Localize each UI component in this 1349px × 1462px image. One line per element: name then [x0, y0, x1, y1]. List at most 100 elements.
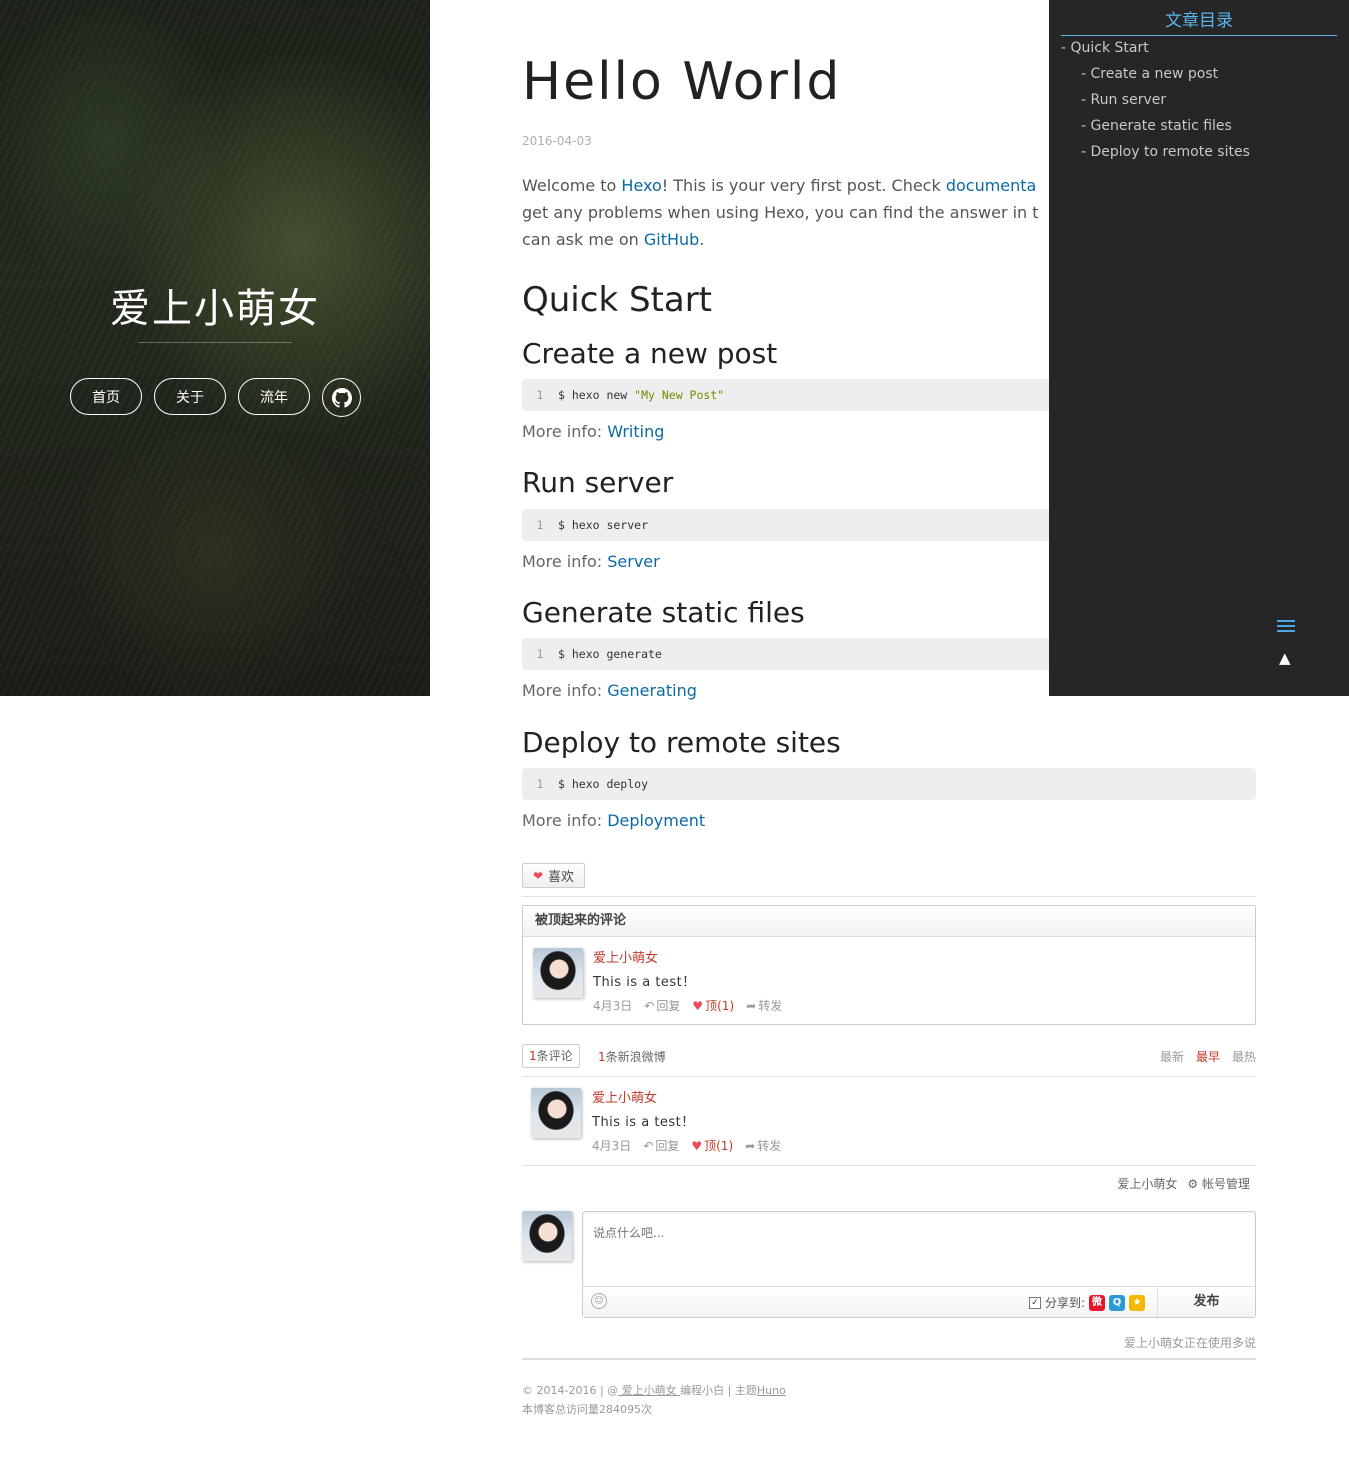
more-info-label: More info:: [522, 552, 608, 571]
code-block: 1 $ hexo deploy: [522, 768, 1256, 800]
composer-toolbar: ☺ ✓ 分享到: 微 Q ★ 发布: [583, 1286, 1255, 1317]
upvote-label: 顶(1): [704, 1139, 734, 1153]
account-name[interactable]: 爱上小萌女: [1117, 1175, 1177, 1192]
line-number: 1: [536, 518, 544, 532]
code-text: $ hexo new: [558, 388, 635, 402]
hot-comments-box: 被顶起来的评论 爱上小萌女 This is a test！ 4月3日 ↶ 回复 ♥…: [522, 905, 1256, 1025]
upvote-button[interactable]: ♥ 顶(1): [691, 1137, 733, 1154]
footer: © 2014-2016 | @ 爱上小萌女 编程小白 | 主题Huno 本博客总…: [522, 1381, 786, 1419]
toc-item-run-server[interactable]: - Run server: [1061, 88, 1250, 114]
upvote-button[interactable]: ♥ 顶(1): [692, 997, 734, 1014]
intro-text: can ask me on: [522, 230, 644, 249]
comment-count-label: 条评论: [536, 1049, 573, 1063]
comment-meta: 4月3日 ↶ 回复 ♥ 顶(1) ➦ 转发: [593, 997, 782, 1014]
reply-icon: ↶: [644, 998, 655, 1013]
account-manage-label: 帐号管理: [1201, 1177, 1250, 1191]
toc-title: 文章目录: [1061, 6, 1337, 36]
comment-tabs: 1条评论 1条新浪微博 最新 最早 最热: [522, 1044, 1256, 1068]
list-item: 爱上小萌女 This is a test！ 4月3日 ↶ 回复 ♥ 顶(1) ➦ 转发: [522, 1086, 1256, 1156]
weibo-count-label: 条新浪微博: [605, 1050, 666, 1064]
hexo-link[interactable]: Hexo: [621, 176, 661, 195]
forward-icon: ➦: [745, 1138, 756, 1153]
code-text: $ hexo deploy: [558, 777, 649, 791]
sort-hottest[interactable]: 最热: [1232, 1048, 1256, 1065]
documentation-link[interactable]: documenta: [946, 176, 1037, 195]
comment-text: This is a test！: [593, 975, 696, 990]
nav-about-button[interactable]: 关于: [154, 378, 226, 415]
comment-date: 4月3日: [592, 1139, 632, 1153]
hot-comments-title: 被顶起来的评论: [523, 906, 1255, 937]
heading-quick-start: Quick Start: [522, 280, 713, 320]
avatar[interactable]: [533, 948, 583, 998]
footer-copyright: © 2014-2016 | @: [522, 1384, 619, 1397]
site-title: 爱上小萌女: [110, 286, 320, 332]
back-to-top-button[interactable]: ▲: [1279, 649, 1291, 667]
deployment-link[interactable]: Deployment: [607, 811, 705, 830]
intro-text: get any problems when using Hexo, you ca…: [522, 203, 1039, 222]
generating-link[interactable]: Generating: [607, 681, 697, 700]
writing-link[interactable]: Writing: [607, 422, 664, 441]
sort-oldest[interactable]: 最早: [1196, 1048, 1220, 1065]
sort-newest[interactable]: 最新: [1160, 1048, 1184, 1065]
footer-author-link[interactable]: 爱上小萌女: [618, 1384, 680, 1397]
nav-archive-button[interactable]: 流年: [238, 378, 310, 415]
reply-button[interactable]: ↶ 回复: [643, 1137, 679, 1154]
share-options: ✓ 分享到: 微 Q ★: [1029, 1294, 1146, 1311]
heading-create-post: Create a new post: [522, 337, 778, 370]
powered-by[interactable]: 爱上小萌女正在使用多说: [1124, 1334, 1256, 1351]
more-info: More info: Deployment: [522, 811, 705, 830]
comment-author[interactable]: 爱上小萌女: [592, 1087, 657, 1106]
reply-button[interactable]: ↶ 回复: [644, 997, 680, 1014]
like-button[interactable]: ❤ 喜欢: [522, 863, 585, 888]
github-icon: [331, 387, 352, 408]
comment-author[interactable]: 爱上小萌女: [593, 947, 658, 966]
toc-item-generate[interactable]: - Generate static files: [1061, 114, 1250, 140]
code-text: $ hexo server: [558, 518, 649, 532]
intro-text: ! This is your very first post. Check: [661, 176, 946, 195]
server-link[interactable]: Server: [607, 552, 659, 571]
avatar: [522, 1211, 572, 1261]
github-button[interactable]: [322, 378, 361, 417]
nav-home-button[interactable]: 首页: [70, 378, 142, 415]
footer-theme-link[interactable]: Huno: [757, 1384, 786, 1397]
code-string: "My New Post": [634, 388, 725, 402]
heading-run-server: Run server: [522, 466, 674, 499]
toc-item-create-post[interactable]: - Create a new post: [1061, 62, 1250, 88]
account-manage-link[interactable]: ⚙ 帐号管理: [1187, 1175, 1250, 1192]
emoji-icon[interactable]: ☺: [591, 1293, 607, 1309]
hero-nav: 首页 关于 流年: [70, 378, 361, 417]
toc-item-quick-start[interactable]: - Quick Start: [1061, 36, 1250, 62]
tab-weibo[interactable]: 1条新浪微博: [598, 1048, 666, 1065]
intro-text: Welcome to: [522, 176, 622, 195]
share-checkbox[interactable]: ✓: [1029, 1296, 1041, 1309]
reply-label: 回复: [655, 1139, 680, 1153]
weibo-icon[interactable]: 微: [1089, 1294, 1106, 1311]
comment-count: 1: [529, 1049, 537, 1063]
post-date: 2016-04-03: [522, 134, 592, 148]
avatar[interactable]: [531, 1088, 581, 1138]
like-label: 喜欢: [548, 870, 575, 885]
more-info-label: More info:: [522, 811, 608, 830]
comment-date: 4月3日: [593, 999, 633, 1013]
post-title: Hello World: [522, 52, 842, 112]
publish-button[interactable]: 发布: [1157, 1287, 1255, 1317]
upvote-label: 顶(1): [705, 999, 735, 1013]
account-bar: 爱上小萌女 ⚙ 帐号管理: [1117, 1175, 1250, 1192]
footer-line-1: © 2014-2016 | @ 爱上小萌女 编程小白 | 主题Huno: [522, 1381, 786, 1400]
menu-icon[interactable]: [1277, 620, 1295, 635]
repost-button[interactable]: ➦ 转发: [746, 997, 782, 1014]
qq-star-icon[interactable]: ★: [1129, 1294, 1146, 1311]
line-number: 1: [536, 388, 544, 402]
gear-icon: ⚙: [1187, 1177, 1199, 1191]
weibo-count: 1: [598, 1050, 606, 1064]
hero-panel: 爱上小萌女 首页 关于 流年: [0, 0, 430, 696]
tab-comments[interactable]: 1条评论: [522, 1044, 580, 1068]
more-info-label: More info:: [522, 422, 608, 441]
github-link[interactable]: GitHub: [644, 230, 699, 249]
toc-item-deploy[interactable]: - Deploy to remote sites: [1061, 140, 1250, 166]
heart-icon: ♥: [691, 1138, 703, 1153]
hero-divider: [138, 342, 292, 343]
repost-button[interactable]: ➦ 转发: [745, 1137, 781, 1154]
qzone-icon[interactable]: Q: [1109, 1294, 1126, 1311]
comment-input[interactable]: [583, 1212, 1255, 1287]
